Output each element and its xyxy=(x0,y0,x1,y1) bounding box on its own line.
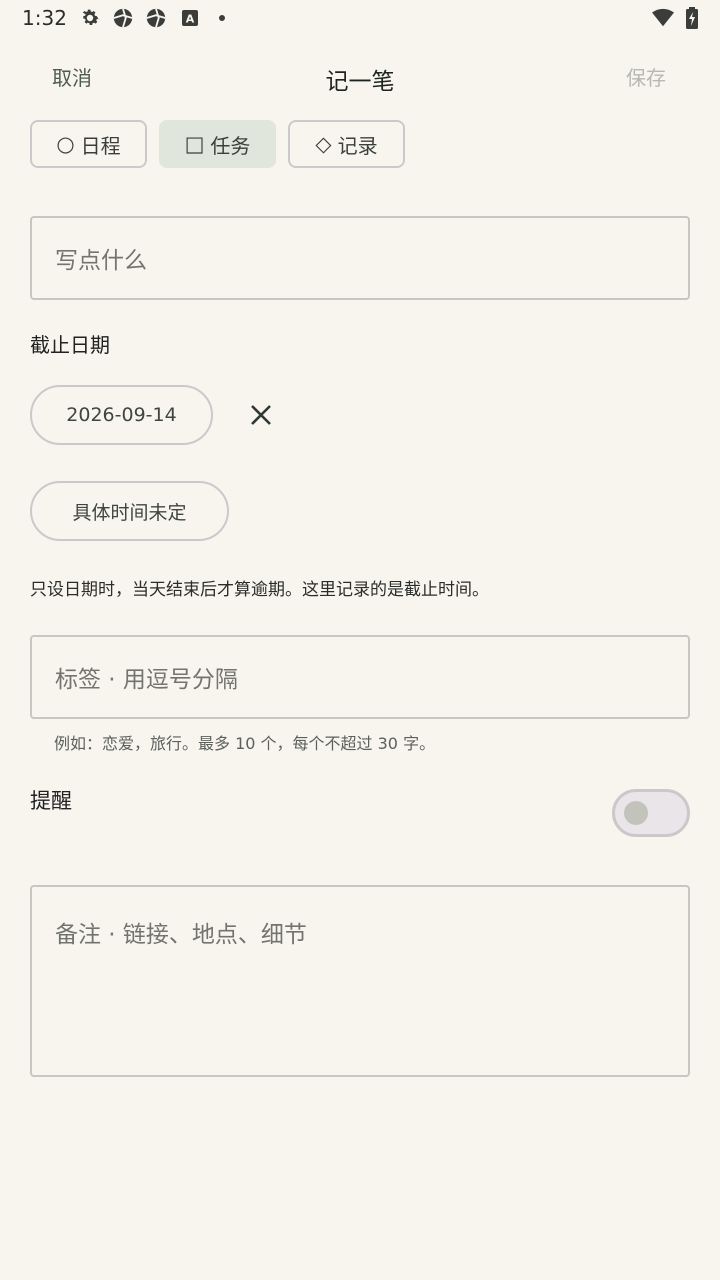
clear-date-button[interactable] xyxy=(246,400,276,430)
aperture-icon xyxy=(112,7,134,29)
wifi-icon xyxy=(652,7,674,29)
reminder-label: 提醒 xyxy=(30,789,72,813)
type-record-button[interactable]: ◇ 记录 xyxy=(288,120,405,168)
toggle-knob xyxy=(624,801,648,825)
type-schedule-button[interactable]: ○ 日程 xyxy=(30,120,147,168)
notes-placeholder: 备注 · 链接、地点、细节 xyxy=(55,922,307,948)
type-label: 记录 xyxy=(337,133,378,158)
aperture-icon xyxy=(145,7,167,29)
time-unset-button[interactable]: 具体时间未定 xyxy=(30,481,229,541)
tags-placeholder: 标签 · 用逗号分隔 xyxy=(55,667,238,693)
keyboard-a-icon: A xyxy=(179,7,201,29)
deadline-date: 2026-09-14 xyxy=(66,404,177,426)
status-bar: 1:32 A xyxy=(0,0,720,36)
notes-input[interactable]: 备注 · 链接、地点、细节 xyxy=(30,885,690,1077)
svg-text:A: A xyxy=(186,13,195,26)
deadline-label: 截止日期 xyxy=(30,333,110,357)
deadline-hint: 只设日期时，当天结束后才算逾期。这里记录的是截止时间。 xyxy=(30,580,489,600)
type-label: 任务 xyxy=(210,133,251,158)
close-icon xyxy=(251,405,271,425)
title-input[interactable]: 写点什么 xyxy=(30,216,690,300)
type-label: 日程 xyxy=(80,133,121,158)
tags-input[interactable]: 标签 · 用逗号分隔 xyxy=(30,635,690,719)
dot-icon xyxy=(211,7,233,29)
square-icon: □ xyxy=(184,132,205,156)
status-time: 1:32 xyxy=(22,6,67,30)
gear-icon xyxy=(79,7,101,29)
circle-icon: ○ xyxy=(56,132,75,156)
tags-hint: 例如：恋爱，旅行。最多 10 个，每个不超过 30 字。 xyxy=(54,734,436,753)
save-button[interactable]: 保存 xyxy=(626,62,666,91)
time-unset-label: 具体时间未定 xyxy=(72,501,187,524)
deadline-date-button[interactable]: 2026-09-14 xyxy=(30,385,213,445)
title-placeholder: 写点什么 xyxy=(55,248,147,274)
diamond-icon: ◇ xyxy=(315,132,332,156)
battery-charging-icon xyxy=(681,7,703,29)
type-task-button[interactable]: □ 任务 xyxy=(159,120,276,168)
page-title: 记一笔 xyxy=(325,69,395,95)
reminder-toggle[interactable] xyxy=(612,789,690,837)
